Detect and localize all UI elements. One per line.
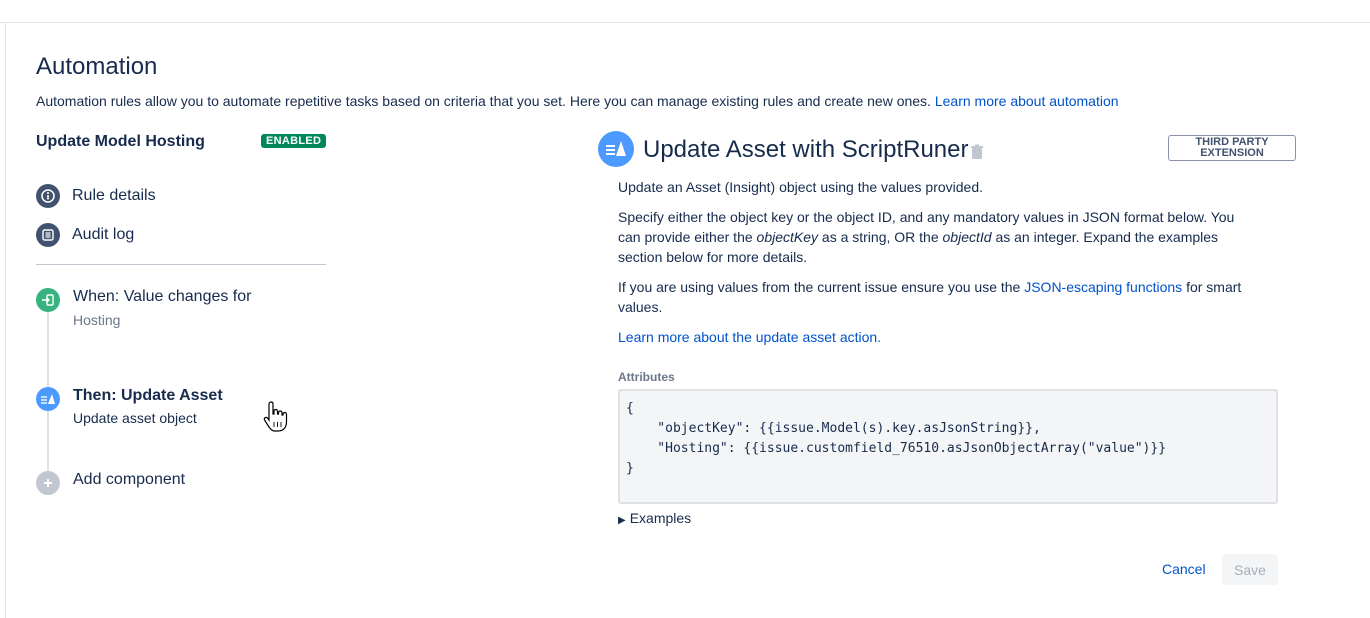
action-title: Then: Update Asset [73, 387, 223, 404]
examples-label: Examples [629, 510, 692, 526]
panel-instructions: Specify either the object key or the obj… [618, 207, 1258, 267]
trigger-step[interactable]: When: Value changes for Hosting [36, 288, 251, 328]
json-escaping-link[interactable]: JSON-escaping functions [1024, 279, 1182, 295]
third-party-extension-badge: THIRD PARTY EXTENSION [1168, 135, 1296, 161]
rule-name: Update Model Hosting [36, 133, 205, 150]
learn-more-update-asset-link[interactable]: Learn more about the update asset action… [618, 329, 881, 345]
trigger-subtitle: Hosting [73, 312, 121, 328]
escaping-text-a: If you are using values from the current… [618, 279, 1025, 295]
save-button[interactable]: Save [1222, 554, 1278, 585]
panel-title: Update Asset with ScriptRuner [643, 136, 969, 163]
badge-line-2: EXTENSION [1200, 147, 1264, 159]
nav-divider [36, 264, 326, 265]
attributes-label: Attributes [618, 370, 675, 384]
status-badge: ENABLED [261, 134, 327, 148]
action-step[interactable]: Then: Update Asset Update asset object [36, 387, 223, 426]
rule-details-label: Rule details [72, 187, 156, 204]
page-description: Automation rules allow you to automate r… [36, 93, 1119, 109]
learn-more-update-asset: Learn more about the update asset action… [618, 327, 1258, 347]
add-component-button[interactable]: Add component [36, 471, 185, 495]
trigger-icon [36, 288, 60, 312]
caret-right-icon: ▶ [618, 515, 626, 526]
trigger-title: When: Value changes for [73, 288, 252, 305]
info-icon [36, 184, 60, 208]
asset-icon [36, 387, 60, 411]
rule-details-link[interactable]: Rule details [36, 184, 156, 208]
audit-log-label: Audit log [72, 226, 135, 243]
panel-intro: Update an Asset (Insight) object using t… [618, 179, 983, 195]
instructions-text-b: as a string, OR the [818, 229, 943, 245]
panel-escaping-note: If you are using values from the current… [618, 277, 1258, 317]
hand-cursor-icon [262, 400, 290, 439]
learn-more-automation-link[interactable]: Learn more about automation [935, 93, 1119, 109]
attributes-editor[interactable]: { "objectKey": {{issue.Model(s).key.asJs… [618, 389, 1278, 504]
audit-log-link[interactable]: Audit log [36, 223, 134, 247]
object-key-term: objectKey [756, 229, 819, 245]
description-text: Automation rules allow you to automate r… [36, 93, 931, 109]
top-divider [0, 22, 1370, 23]
object-id-term: objectId [942, 229, 992, 245]
trash-icon[interactable] [970, 144, 984, 165]
cancel-button[interactable]: Cancel [1162, 561, 1206, 577]
page-title: Automation [36, 53, 158, 80]
left-divider [5, 22, 6, 618]
scriptrunner-asset-icon [598, 131, 634, 167]
plus-icon [36, 471, 60, 495]
action-subtitle: Update asset object [73, 410, 197, 426]
list-icon [36, 223, 60, 247]
examples-toggle[interactable]: ▶ Examples [618, 510, 691, 526]
add-component-label: Add component [73, 471, 186, 488]
